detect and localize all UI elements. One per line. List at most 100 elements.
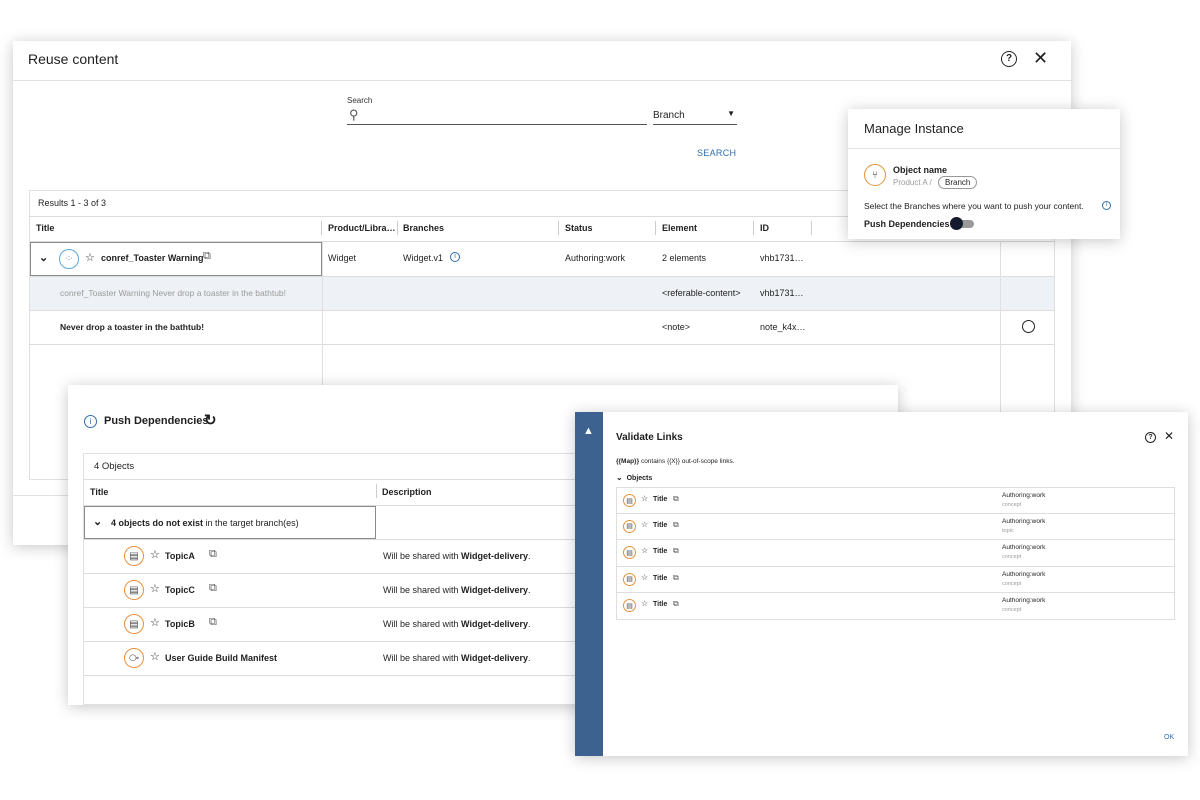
help-icon[interactable]: ? (1145, 432, 1156, 443)
chevron-down-icon[interactable]: ⌄ (93, 515, 102, 528)
star-icon[interactable]: ☆ (150, 582, 160, 595)
item-description: Will be shared with Widget-delivery. (383, 653, 531, 663)
item-title: Title (653, 521, 668, 529)
table-row[interactable]: conref_Toaster Warning Never drop a toas… (30, 277, 1054, 310)
info-icon[interactable]: i (1102, 201, 1111, 210)
star-icon[interactable]: ☆ (641, 599, 648, 608)
object-name: Object name (893, 165, 948, 175)
search-field[interactable]: ⚲ (347, 107, 647, 125)
document-icon: ▤ (124, 580, 144, 600)
open-link-icon[interactable]: ⧉ (673, 573, 679, 583)
item-type: concept (1002, 607, 1022, 613)
col-description: Description (382, 487, 432, 497)
close-icon[interactable]: ✕ (1164, 429, 1174, 443)
document-icon: ▤ (623, 546, 636, 559)
row-title-cell: ⌄ ·:· ☆ conref_Toaster Warning ⧉ (30, 242, 322, 276)
item-status: Authoring:work (1002, 492, 1046, 499)
search-button[interactable]: SEARCH (697, 148, 736, 158)
item-type: topic (1002, 527, 1014, 534)
branch-select-value: Branch (653, 110, 685, 121)
list-item[interactable]: ▤ ☆ Title ⧉ Authoring:work concept (616, 566, 1175, 593)
row-id: note_k4x… (760, 322, 806, 332)
open-link-icon[interactable]: ⧉ (673, 494, 679, 504)
document-icon: ▤ (623, 599, 636, 612)
table-row[interactable]: ▤ ☆ TopicC ⧉ Will be shared with Widget-deli… (84, 574, 597, 607)
star-icon[interactable]: ☆ (150, 548, 160, 561)
manage-instance-popover: Manage Instance ⑂ Object name Product A … (848, 109, 1120, 239)
validate-title: Validate Links (616, 432, 683, 443)
toggle-knob (950, 217, 963, 230)
table-row[interactable]: ⧂ ☆ User Guide Build Manifest Will be share… (84, 642, 597, 675)
col-branches: Branches (403, 223, 445, 233)
open-link-icon[interactable]: ⧉ (673, 520, 679, 530)
item-title: Title (653, 574, 668, 582)
info-icon[interactable]: i (450, 252, 460, 262)
row-element: 2 elements (662, 253, 707, 263)
list-item[interactable]: ▤ ☆ Title ⧉ Authoring:work concept (616, 540, 1175, 567)
document-icon: ▤ (124, 614, 144, 634)
validate-message: {{Map}} contains {{X}} out-of-scope link… (616, 458, 735, 465)
list-item[interactable]: ▤ ☆ Title ⧉ Authoring:work concept (616, 487, 1175, 514)
item-title: Title (653, 548, 668, 555)
document-icon: ▤ (623, 494, 636, 507)
item-status: Authoring:work (1002, 597, 1046, 604)
star-icon[interactable]: ☆ (641, 573, 648, 582)
list-item[interactable]: ▤ ☆ Title ⧉ Authoring:work topic (616, 513, 1175, 540)
close-icon[interactable]: ✕ (1033, 48, 1048, 69)
col-status: Status (565, 223, 593, 233)
header-divider (13, 80, 1071, 81)
table-row[interactable]: ▤ ☆ TopicA ⧉ Will be shared with Widget-deli… (84, 540, 597, 573)
item-description: Will be shared with Widget-delivery. (383, 551, 531, 561)
push-table: 4 Objects Title Description ⌄ 4 objects … (83, 453, 598, 705)
star-icon[interactable]: ☆ (641, 520, 648, 529)
validate-links-dialog: ▲ Validate Links ? ✕ {{Map}} contains {{… (575, 412, 1188, 756)
item-name: TopicA (165, 551, 195, 561)
list-item[interactable]: ▤ ☆ Title ⧉ Authoring:work concept (616, 593, 1175, 620)
open-link-icon[interactable]: ⧉ (673, 599, 679, 609)
open-link-icon[interactable]: ⧉ (209, 548, 217, 561)
document-icon: ▤ (124, 546, 144, 566)
branch-select[interactable]: Branch ▼ (653, 107, 737, 125)
table-row[interactable]: ⌄ ·:· ☆ conref_Toaster Warning ⧉ Widget … (30, 242, 1054, 276)
item-type: concept (1002, 502, 1022, 508)
refresh-icon[interactable]: ↻ (204, 411, 217, 429)
item-description: Will be shared with Widget-delivery. (383, 619, 531, 629)
push-title: Push Dependencies (104, 415, 209, 427)
open-link-icon[interactable]: ⧉ (203, 250, 211, 263)
star-icon[interactable]: ☆ (150, 650, 160, 663)
search-label: Search (347, 96, 373, 105)
branch-icon: ⑂ (864, 164, 886, 186)
table-row[interactable]: Never drop a toaster in the bathtub! <no… (30, 311, 1054, 344)
star-icon[interactable]: ☆ (85, 251, 95, 264)
open-link-icon[interactable]: ⧉ (209, 616, 217, 629)
item-status: Authoring:work (1002, 517, 1046, 525)
item-title: Title (653, 601, 668, 608)
radio-button[interactable] (1022, 320, 1035, 333)
group-row[interactable]: ⌄ 4 objects do not exist in the target b… (84, 506, 376, 539)
star-icon[interactable]: ☆ (641, 494, 648, 503)
table-row[interactable]: ▤ ☆ TopicB ⧉ Will be shared with Widget-deli… (84, 608, 597, 641)
objects-header[interactable]: ⌄ Objects (616, 473, 652, 482)
star-icon[interactable]: ☆ (150, 616, 160, 629)
info-icon: i (84, 415, 97, 428)
item-name: User Guide Build Manifest (165, 653, 278, 663)
star-icon[interactable]: ☆ (641, 546, 648, 555)
col-id: ID (760, 223, 769, 233)
item-status: Authoring:work (1002, 570, 1046, 578)
row-id: vhb1731… (760, 253, 804, 263)
col-product: Product/Libra… (328, 223, 396, 233)
row-status: Authoring:work (565, 253, 626, 263)
ok-button[interactable]: OK (1164, 734, 1174, 741)
row-element: <referable-content> (662, 288, 741, 298)
search-icon: ⚲ (349, 107, 359, 122)
item-title: Title (653, 496, 668, 503)
object-path: Product A / (893, 178, 932, 187)
open-link-icon[interactable]: ⧉ (673, 546, 679, 556)
chevron-down-icon[interactable]: ⌄ (616, 473, 623, 482)
chevron-down-icon[interactable]: ⌄ (39, 251, 48, 264)
open-link-icon[interactable]: ⧉ (209, 582, 217, 595)
item-type: concept (1002, 554, 1022, 560)
row-title: conref_Toaster Warning (101, 253, 204, 263)
help-icon[interactable]: ? (1001, 51, 1017, 67)
push-dependencies-toggle[interactable] (950, 217, 974, 230)
